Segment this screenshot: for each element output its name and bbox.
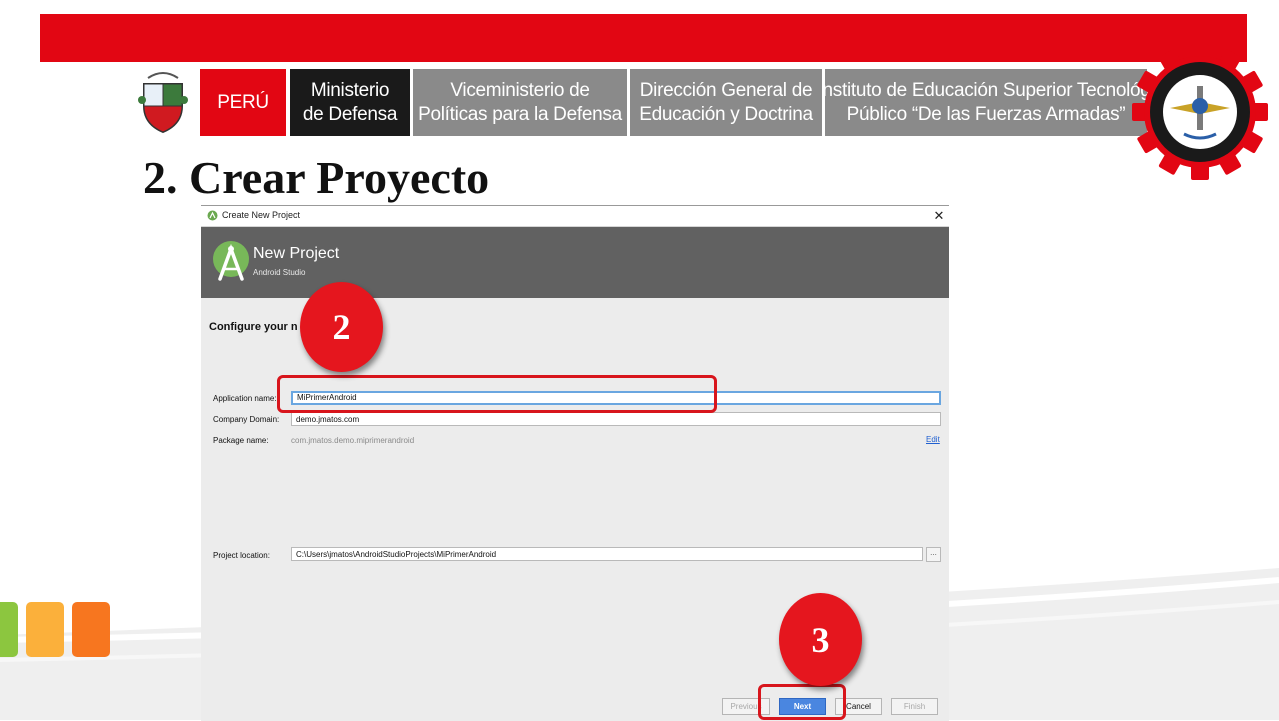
header-viceministerio: Viceministerio de Políticas para la Defe…	[413, 69, 627, 136]
decorative-yellow-square	[26, 602, 64, 657]
header-peru: PERÚ	[200, 69, 286, 136]
company-domain-label: Company Domain:	[213, 415, 280, 424]
institute-gear-emblem-icon	[1132, 44, 1268, 180]
dialog-banner: New Project Android Studio	[201, 227, 949, 298]
step-badge-3: 3	[779, 593, 862, 686]
step-badge-2: 2	[300, 282, 383, 372]
top-red-bar	[40, 14, 1247, 62]
project-location-label: Project location:	[213, 551, 270, 560]
project-location-input[interactable]	[291, 547, 923, 561]
android-studio-small-icon	[207, 210, 218, 221]
decorative-orange-square	[72, 602, 110, 657]
package-name-label: Package name:	[213, 436, 269, 445]
slide-title: 2. Crear Proyecto	[143, 152, 490, 203]
android-studio-logo-icon	[213, 241, 249, 281]
dialog-window-title: Create New Project	[222, 210, 301, 220]
company-domain-input[interactable]	[291, 412, 941, 426]
package-name-value: com.jmatos.demo.miprimerandroid	[291, 436, 415, 445]
header-ministerio-defensa: Ministerio de Defensa	[290, 69, 410, 136]
dialog-banner-subtitle: Android Studio	[253, 268, 306, 277]
header-instituto: Instituto de Educación Superior Tecnológ…	[825, 69, 1147, 136]
dialog-banner-title: New Project	[253, 245, 340, 262]
edit-package-link[interactable]: Edit	[926, 435, 940, 444]
finish-button[interactable]: Finish	[891, 698, 938, 715]
highlight-application-name	[277, 375, 717, 413]
header-direccion-general: Dirección General de Educación y Doctrin…	[630, 69, 822, 136]
highlight-next-button	[758, 684, 846, 720]
decorative-green-square	[0, 602, 18, 657]
close-icon[interactable]: ✕	[931, 207, 947, 224]
browse-location-button[interactable]: ...	[926, 547, 941, 562]
application-name-label: Application name:	[213, 394, 277, 403]
configure-heading: Configure your n	[209, 321, 298, 333]
peru-coat-of-arms-icon	[138, 72, 188, 134]
dialog-titlebar: Create New Project ✕	[201, 206, 949, 227]
